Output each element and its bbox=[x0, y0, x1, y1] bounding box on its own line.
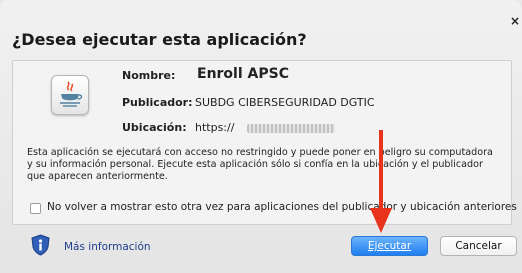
publisher-label: Publicador: bbox=[122, 96, 193, 109]
dont-show-again-checkbox[interactable] bbox=[30, 203, 41, 214]
java-icon bbox=[51, 75, 89, 115]
location-value: https:// bbox=[195, 121, 235, 134]
shield-info-icon[interactable] bbox=[31, 234, 50, 256]
java-security-dialog: ¿Desea ejecutar esta aplicación? × Nombr… bbox=[0, 0, 522, 273]
dialog-title: ¿Desea ejecutar esta aplicación? bbox=[12, 30, 307, 49]
dont-show-again-label[interactable]: No volver a mostrar esto otra vez para a… bbox=[47, 201, 517, 213]
redacted-url bbox=[247, 124, 335, 133]
cancel-button[interactable]: Cancelar bbox=[440, 236, 517, 256]
location-label: Ubicación: bbox=[122, 121, 187, 134]
run-button[interactable]: Ejecutar bbox=[351, 236, 428, 256]
name-label: Nombre: bbox=[122, 69, 176, 82]
security-warning-text: Esta aplicación se ejecutará con acceso … bbox=[27, 147, 493, 182]
close-icon[interactable]: × bbox=[510, 14, 522, 28]
publisher-value: SUBDG CIBERSEGURIDAD DGTIC bbox=[195, 96, 375, 109]
more-info-link[interactable]: Más información bbox=[64, 241, 151, 253]
red-arrow-icon bbox=[370, 130, 392, 233]
name-value: Enroll APSC bbox=[197, 66, 289, 82]
